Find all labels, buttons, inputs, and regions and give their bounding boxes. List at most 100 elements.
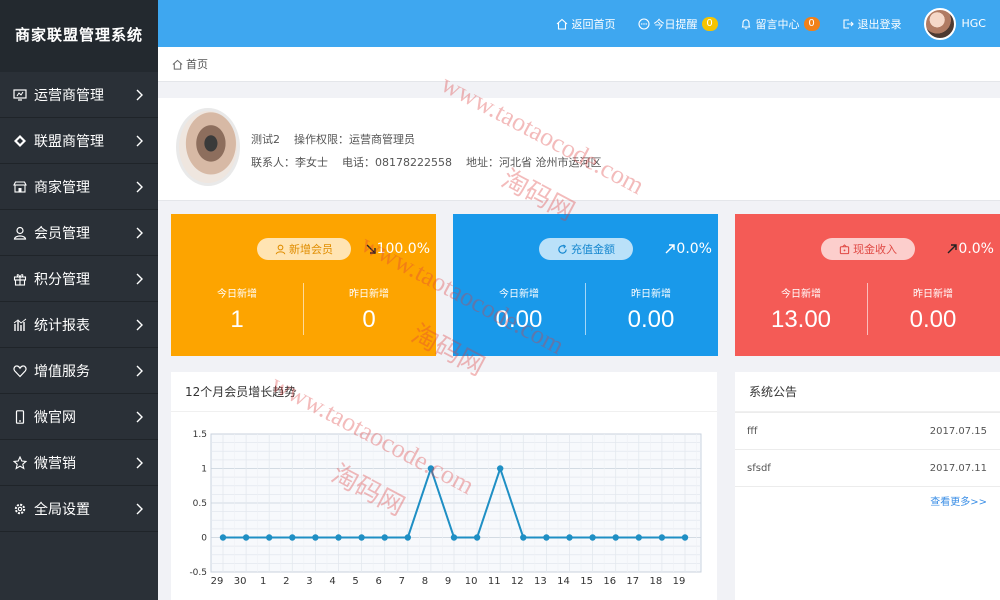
stat-value: 0.00: [495, 306, 543, 333]
recharge-pill[interactable]: 充值金额: [539, 238, 633, 260]
x-tick-label: 9: [445, 576, 451, 587]
arrow-up-right-icon: [947, 244, 958, 254]
data-point: [312, 534, 319, 541]
arrow-down-right-icon: [366, 244, 376, 254]
stat-label: 昨日新增: [631, 289, 671, 300]
sidebar-item-label: 积分管理: [34, 271, 90, 288]
y-tick-label: 1.5: [193, 430, 207, 440]
sidebar-item-label: 微营销: [34, 455, 76, 472]
x-tick-label: 3: [306, 576, 312, 587]
x-tick-label: 6: [376, 576, 382, 587]
stat-value: 0.00: [909, 306, 957, 333]
data-point: [289, 534, 296, 541]
stat-today: 今日新增 13.00: [735, 285, 867, 334]
trend-indicator: 0.0%: [947, 241, 994, 257]
data-point: [589, 534, 596, 541]
profile-address: 地址：河北省 沧州市运河区: [465, 156, 602, 169]
x-tick-label: 11: [488, 576, 501, 587]
data-point: [219, 534, 227, 541]
sidebar-item-label: 运营商管理: [34, 87, 104, 104]
pill-label: 充值金额: [571, 243, 615, 256]
messages-link[interactable]: 留言中心 0: [740, 16, 820, 32]
arrow-up-right-icon: [665, 244, 676, 254]
x-tick-label: 8: [422, 576, 428, 587]
notice-item[interactable]: sfsdf 2017.07.11: [735, 449, 1000, 486]
x-tick-label: 14: [557, 576, 570, 587]
y-tick-label: 0.5: [193, 499, 207, 509]
sidebar-item-label: 会员管理: [34, 225, 90, 242]
sidebar-item-member[interactable]: 会员管理: [0, 210, 158, 256]
sidebar-item-settings[interactable]: 全局设置: [0, 486, 158, 532]
pill-label: 现金收入: [853, 243, 897, 256]
x-tick-label: 15: [580, 576, 593, 587]
data-point: [473, 534, 481, 541]
user-icon: [12, 225, 28, 241]
chevron-right-icon: [136, 181, 143, 192]
stat-value: 0: [362, 306, 376, 333]
sidebar: 商家联盟管理系统 运营商管理 联盟商管理 商家管理 会员管理 积分管理 统计报表…: [0, 0, 158, 600]
x-tick-label: 10: [465, 576, 478, 587]
messages-label: 留言中心: [755, 17, 800, 31]
stat-value: 0.00: [627, 306, 675, 333]
phone-icon: [12, 409, 28, 425]
cash-income-card: 现金收入 0.0% 今日新增 13.00 昨日新增 0.00: [735, 214, 1000, 356]
data-point: [543, 534, 550, 541]
profile-contact: 联系人：李女士: [251, 156, 328, 169]
chevron-right-icon: [136, 365, 143, 376]
view-more-link[interactable]: 查看更多>>: [735, 487, 1000, 508]
sidebar-item-value-added[interactable]: 增值服务: [0, 348, 158, 394]
logout-label: 退出登录: [857, 17, 902, 31]
sidebar-item-alliance[interactable]: 联盟商管理: [0, 118, 158, 164]
data-point: [566, 534, 573, 541]
notice-item[interactable]: fff 2017.07.15: [735, 412, 1000, 449]
home-icon: [172, 59, 183, 70]
stat-label: 昨日新增: [349, 289, 389, 300]
x-tick-label: 7: [399, 576, 405, 587]
breadcrumb-home[interactable]: 首页: [186, 56, 208, 72]
chevron-right-icon: [136, 227, 143, 238]
sidebar-item-micro-marketing[interactable]: 微营销: [0, 440, 158, 486]
chevron-right-icon: [136, 319, 143, 330]
user-icon: [275, 244, 286, 254]
chevron-right-icon: [136, 503, 143, 514]
sidebar-item-points[interactable]: 积分管理: [0, 256, 158, 302]
x-tick-label: 2: [283, 576, 289, 587]
gear-icon: [12, 501, 28, 517]
x-tick-label: 5: [352, 576, 358, 587]
sidebar-item-micro-site[interactable]: 微官网: [0, 394, 158, 440]
new-members-card: 新增会员 100.0% 今日新增 1 昨日新增 0: [171, 214, 436, 356]
username[interactable]: HGC: [962, 17, 986, 30]
sidebar-item-label: 商家管理: [34, 179, 90, 196]
recharge-card: 充值金额 0.0% 今日新增 0.00 昨日新增 0.00: [453, 214, 718, 356]
reminder-link[interactable]: 今日提醒 0: [637, 16, 718, 32]
user-avatar[interactable]: [923, 7, 956, 40]
notice-text: fff: [747, 425, 758, 437]
sidebar-item-label: 全局设置: [34, 501, 90, 518]
stat-label: 今日新增: [499, 289, 539, 300]
y-tick-label: 1: [201, 465, 207, 475]
trend-value: 100.0%: [376, 241, 430, 257]
stat-label: 今日新增: [217, 289, 257, 300]
stat-yesterday: 昨日新增 0.00: [585, 285, 717, 334]
stat-yesterday: 昨日新增 0: [303, 285, 435, 334]
new-members-pill[interactable]: 新增会员: [257, 238, 351, 260]
sidebar-item-reports[interactable]: 统计报表: [0, 302, 158, 348]
home-link[interactable]: 返回首页: [556, 16, 616, 32]
data-point: [635, 534, 642, 541]
stat-yesterday: 昨日新增 0.00: [867, 285, 999, 334]
data-point: [335, 534, 342, 541]
heart-icon: [12, 363, 28, 379]
diamond-icon: [12, 133, 28, 149]
home-link-label: 返回首页: [571, 17, 616, 31]
cash-income-pill[interactable]: 现金收入: [821, 238, 915, 260]
y-tick-label: -0.5: [189, 568, 207, 578]
logout-link[interactable]: 退出登录: [842, 16, 902, 32]
stat-value: 13.00: [770, 306, 832, 333]
notice-date: 2017.07.15: [929, 425, 987, 437]
home-icon: [556, 18, 567, 30]
sidebar-item-merchant[interactable]: 商家管理: [0, 164, 158, 210]
chevron-right-icon: [136, 89, 143, 100]
sidebar-item-operator[interactable]: 运营商管理: [0, 72, 158, 118]
store-icon: [12, 179, 28, 195]
x-tick-label: 30: [234, 576, 247, 587]
